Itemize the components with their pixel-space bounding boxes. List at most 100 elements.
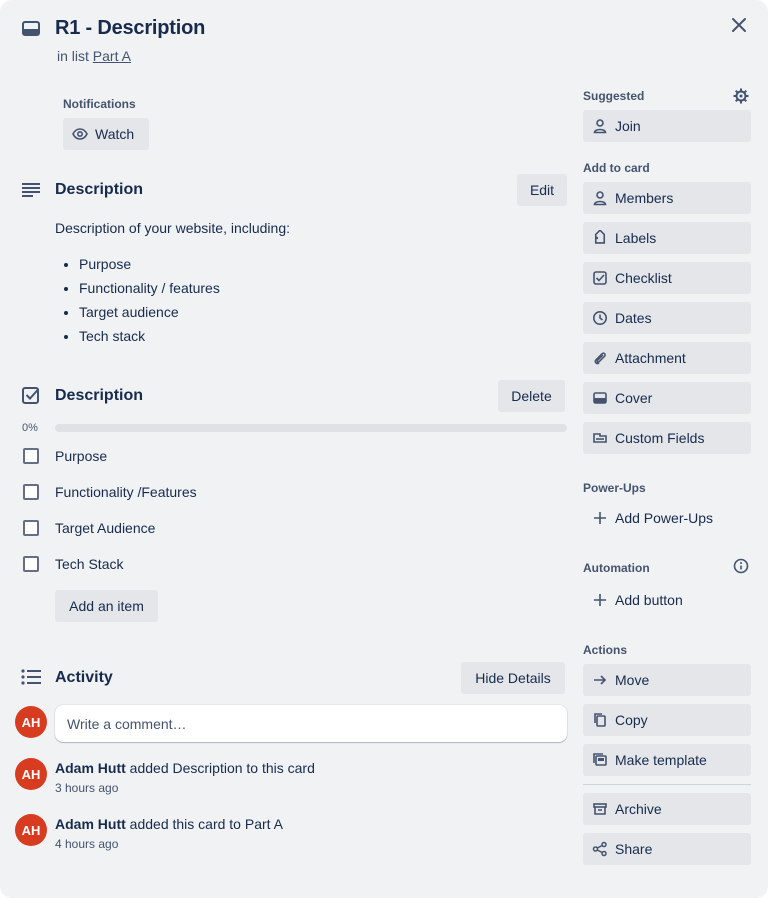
checklist-icon	[22, 386, 40, 404]
close-icon	[731, 17, 747, 38]
description-heading: Description	[55, 181, 144, 198]
activity-timestamp[interactable]: 3 hours ago	[55, 781, 118, 795]
avatar[interactable]: AH	[15, 706, 47, 738]
labels-button[interactable]: Labels	[583, 222, 751, 254]
notifications-label: Notifications	[63, 97, 136, 111]
description-intro: Description of your website, including:	[55, 220, 291, 236]
arrow-right-icon	[592, 672, 608, 688]
plus-icon	[592, 592, 608, 608]
gear-icon[interactable]	[733, 88, 749, 104]
archive-button[interactable]: Archive	[583, 793, 751, 825]
cover-icon	[592, 390, 608, 406]
attachment-button[interactable]: Attachment	[583, 342, 751, 374]
move-label: Move	[615, 672, 650, 688]
activity-heading: Activity	[55, 669, 113, 686]
plus-icon	[592, 510, 608, 526]
activity-text: added this card to Part A	[129, 816, 283, 832]
clock-icon	[592, 310, 608, 326]
checklist-item-label[interactable]: Functionality /Features	[55, 484, 197, 500]
make-template-label: Make template	[615, 752, 707, 768]
edit-description-button[interactable]: Edit	[517, 174, 567, 206]
attachment-label: Attachment	[615, 350, 686, 366]
custom-fields-icon	[592, 430, 608, 446]
add-button-button[interactable]: Add button	[583, 584, 751, 616]
paperclip-icon	[592, 350, 608, 366]
activity-icon	[21, 669, 41, 685]
cover-button[interactable]: Cover	[583, 382, 751, 414]
list-item: Purpose	[79, 256, 220, 280]
copy-icon	[592, 712, 608, 728]
join-label: Join	[615, 118, 641, 134]
make-template-button[interactable]: Make template	[583, 744, 751, 776]
add-powerups-label: Add Power-Ups	[615, 510, 714, 526]
share-icon	[592, 841, 608, 857]
archive-label: Archive	[615, 801, 662, 817]
card-icon	[22, 21, 40, 37]
list-reference: in list Part A	[57, 48, 131, 64]
checklist-checkbox[interactable]	[23, 556, 39, 572]
watch-label: Watch	[95, 126, 135, 142]
activity-timestamp[interactable]: 4 hours ago	[55, 837, 118, 851]
list-link[interactable]: Part A	[93, 48, 131, 64]
copy-button[interactable]: Copy	[583, 704, 751, 736]
delete-checklist-button[interactable]: Delete	[498, 380, 565, 412]
checklist-progress-percent: 0%	[22, 422, 38, 434]
list-item: Target audience	[79, 304, 220, 328]
add-to-card-label: Add to card	[583, 161, 650, 175]
description-bullet-list: Purpose Functionality / features Target …	[79, 256, 220, 352]
avatar[interactable]: AH	[15, 814, 47, 846]
suggested-label: Suggested	[583, 89, 645, 103]
checklist-item-label[interactable]: Target Audience	[55, 520, 155, 536]
powerups-label: Power-Ups	[583, 481, 646, 495]
share-button[interactable]: Share	[583, 833, 751, 865]
in-list-prefix: in list	[57, 48, 89, 64]
checklist-progress-bar	[55, 424, 567, 432]
activity-user[interactable]: Adam Hutt	[55, 816, 126, 832]
activity-text: added Description to this card	[129, 760, 315, 776]
info-icon[interactable]	[733, 558, 749, 574]
labels-label: Labels	[615, 230, 657, 246]
actions-divider	[583, 784, 751, 785]
custom-fields-button[interactable]: Custom Fields	[583, 422, 751, 454]
checklist-checkbox[interactable]	[23, 484, 39, 500]
share-label: Share	[615, 841, 653, 857]
activity-entry: Adam Hutt added Description to this card	[55, 760, 315, 776]
tag-icon	[592, 230, 608, 246]
cover-label: Cover	[615, 390, 653, 406]
add-powerups-button[interactable]: Add Power-Ups	[583, 502, 751, 534]
automation-label: Automation	[583, 561, 650, 575]
checklist-checkbox[interactable]	[23, 520, 39, 536]
add-button-label: Add button	[615, 592, 683, 608]
card-title[interactable]: R1 - Description	[55, 17, 205, 40]
checklist-item-label[interactable]: Tech Stack	[55, 556, 123, 572]
template-icon	[592, 752, 608, 768]
list-item: Functionality / features	[79, 280, 220, 304]
card-detail-modal: R1 - Description in list Part A Notifica…	[0, 0, 768, 898]
person-icon	[592, 118, 608, 134]
members-button[interactable]: Members	[583, 182, 751, 214]
move-button[interactable]: Move	[583, 664, 751, 696]
comment-input[interactable]: Write a comment…	[55, 705, 567, 742]
avatar[interactable]: AH	[15, 758, 47, 790]
checklist-item-label[interactable]: Purpose	[55, 448, 107, 464]
checklist-heading[interactable]: Description	[55, 387, 143, 405]
description-icon	[22, 183, 40, 197]
add-item-button[interactable]: Add an item	[55, 590, 158, 622]
hide-details-button[interactable]: Hide Details	[461, 662, 565, 694]
checklist-button[interactable]: Checklist	[583, 262, 751, 294]
actions-label: Actions	[583, 643, 628, 657]
join-button[interactable]: Join	[583, 110, 751, 142]
dates-label: Dates	[615, 310, 652, 326]
copy-label: Copy	[615, 712, 648, 728]
watch-button[interactable]: Watch	[63, 118, 149, 150]
dates-button[interactable]: Dates	[583, 302, 751, 334]
list-item: Tech stack	[79, 328, 220, 352]
custom-fields-label: Custom Fields	[615, 430, 705, 446]
activity-user[interactable]: Adam Hutt	[55, 760, 126, 776]
checkbox-icon	[592, 270, 608, 286]
members-label: Members	[615, 190, 674, 206]
close-button[interactable]	[723, 11, 755, 43]
activity-entry: Adam Hutt added this card to Part A	[55, 816, 283, 832]
checklist-checkbox[interactable]	[23, 448, 39, 464]
archive-icon	[592, 801, 608, 817]
